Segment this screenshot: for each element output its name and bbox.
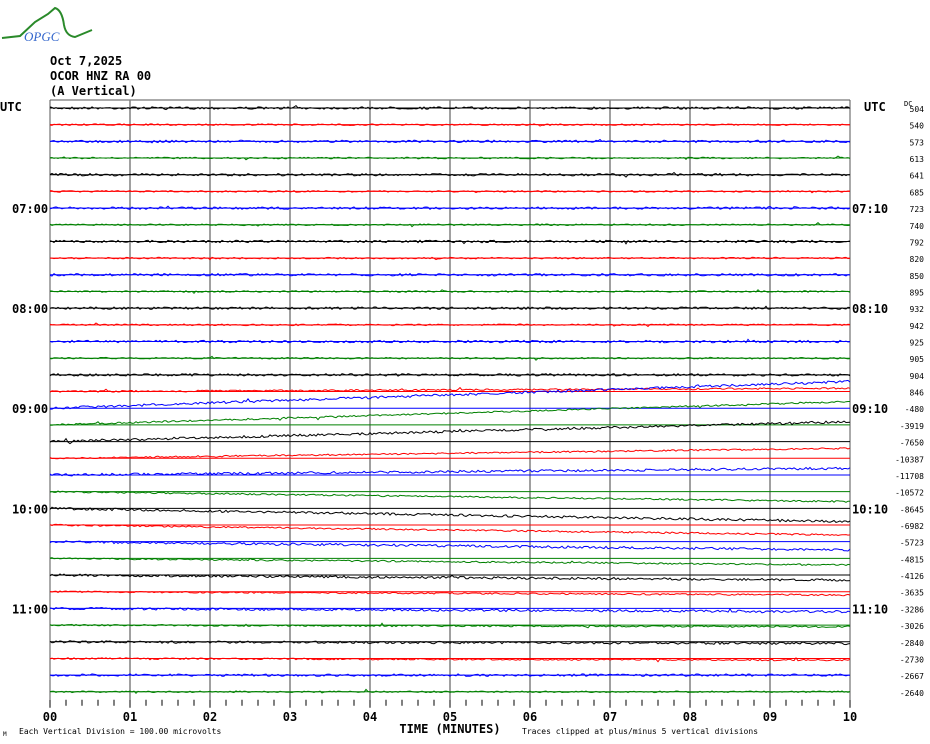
helicorder-plot: UTC UTC DC TIME (MINUTES) Each Vertical … xyxy=(0,99,925,738)
dc-offset-label: -7650 xyxy=(900,439,924,448)
corner-mark: M xyxy=(3,731,7,738)
x-tick-label: 06 xyxy=(523,710,537,724)
right-hour-label: 11:10 xyxy=(852,602,888,616)
dc-offset-label: -8645 xyxy=(900,505,924,514)
x-tick-label: 04 xyxy=(363,710,377,724)
dc-offset-label: 641 xyxy=(910,172,925,181)
dc-offset-label: -11708 xyxy=(895,472,924,481)
x-tick-label: 01 xyxy=(123,710,137,724)
dc-offset-label: -5723 xyxy=(900,539,924,548)
dc-offset-label: 932 xyxy=(910,305,925,314)
dc-offset-label: -10387 xyxy=(895,455,924,464)
dc-offset-label: 850 xyxy=(910,272,925,281)
dc-offset-label: 846 xyxy=(910,389,925,398)
x-tick-label: 07 xyxy=(603,710,617,724)
x-tick-label: 09 xyxy=(763,710,777,724)
left-hour-label: 10:00 xyxy=(12,502,48,516)
dc-offset-label: 573 xyxy=(910,138,925,147)
footer-left: Each Vertical Division = 100.00 microvol… xyxy=(19,727,221,736)
right-hour-label: 09:10 xyxy=(852,402,888,416)
right-axis-title: UTC xyxy=(864,100,886,114)
dc-offset-label: -4126 xyxy=(900,572,924,581)
footer-right: Traces clipped at plus/minus 5 vertical … xyxy=(522,727,758,736)
left-hour-label: 11:00 xyxy=(12,602,48,616)
dc-offset-label: -3919 xyxy=(900,422,924,431)
dc-offset-label: -2730 xyxy=(900,655,924,664)
dc-offset-label: 540 xyxy=(910,122,925,131)
dc-offset-label: 740 xyxy=(910,222,925,231)
x-tick-label: 05 xyxy=(443,710,457,724)
dc-offset-label: 905 xyxy=(910,355,925,364)
dc-offset-label: 904 xyxy=(910,372,925,381)
dc-offset-label: -4815 xyxy=(900,555,924,564)
dc-offset-label: -6982 xyxy=(900,522,924,531)
x-tick-label: 02 xyxy=(203,710,217,724)
dc-offset-label: 895 xyxy=(910,288,925,297)
x-axis-label: TIME (MINUTES) xyxy=(399,722,500,736)
x-tick-label: 08 xyxy=(683,710,697,724)
dc-offset-label: -10572 xyxy=(895,489,924,498)
dc-offset-label: -480 xyxy=(905,405,924,414)
right-hour-label: 10:10 xyxy=(852,502,888,516)
right-hour-label: 07:10 xyxy=(852,202,888,216)
left-hour-label: 07:00 xyxy=(12,202,48,216)
left-hour-label: 08:00 xyxy=(12,302,48,316)
x-tick-label: 00 xyxy=(43,710,57,724)
dc-offset-label: -2840 xyxy=(900,639,924,648)
dc-offset-label: 942 xyxy=(910,322,925,331)
x-tick-label: 10 xyxy=(843,710,857,724)
dc-offset-label: 504 xyxy=(910,105,925,114)
dc-offset-label: -3635 xyxy=(900,589,924,598)
left-axis-title: UTC xyxy=(0,100,22,114)
dc-offset-label: 925 xyxy=(910,339,925,348)
dc-offset-label: 820 xyxy=(910,255,925,264)
dc-offset-label: 613 xyxy=(910,155,925,164)
dc-offset-label: -2667 xyxy=(900,672,924,681)
left-hour-label: 09:00 xyxy=(12,402,48,416)
dc-offset-label: -3026 xyxy=(900,622,924,631)
right-hour-label: 08:10 xyxy=(852,302,888,316)
dc-offset-label: -3286 xyxy=(900,605,924,614)
dc-offset-label: 685 xyxy=(910,188,925,197)
x-tick-label: 03 xyxy=(283,710,297,724)
dc-offset-label: -2640 xyxy=(900,689,924,698)
dc-offset-label: 792 xyxy=(910,238,925,247)
dc-offset-label: 723 xyxy=(910,205,925,214)
